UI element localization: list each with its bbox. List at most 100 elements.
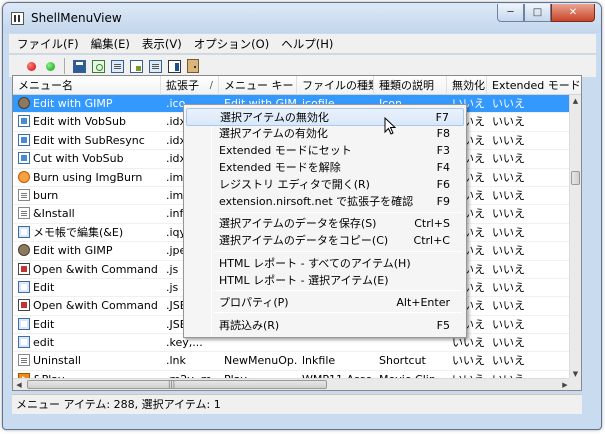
horizontal-scrollbar[interactable]: ◀ ||| ▶ <box>13 378 571 390</box>
cell-extended-mode: いいえ <box>487 242 581 260</box>
window-controls: ─ □ ✕ <box>497 4 595 22</box>
context-menu-item[interactable]: プロパティ(P) Alt+Enter <box>186 294 464 311</box>
context-menu-item[interactable]: 選択アイテムの無効化 F7 <box>186 108 464 126</box>
save-button[interactable] <box>71 58 87 74</box>
menu-help[interactable]: ヘルプ(H) <box>281 36 333 52</box>
menu-item-label: プロパティ(P) <box>219 296 289 309</box>
mouse-cursor-icon <box>384 117 396 135</box>
cell-text: いいえ <box>492 133 525 147</box>
about-button[interactable] <box>166 58 182 74</box>
cell-text: Shortcut <box>379 354 426 368</box>
menu-item-label: HTML レポート - 選択アイテム(E) <box>219 274 389 287</box>
toolbar-separator <box>64 58 65 74</box>
doc-app-icon <box>18 354 30 367</box>
menu-item-label: HTML レポート - すべてのアイテム(H) <box>219 257 411 270</box>
cell-text: いいえ <box>492 170 525 184</box>
cell-text: いいえ <box>492 115 525 129</box>
cell-menu-name: Edit <box>13 316 161 334</box>
note-app-icon <box>18 225 30 238</box>
properties-button[interactable] <box>147 58 163 74</box>
cell-text: メモ帳で編集(&E) <box>33 225 124 239</box>
title-bar[interactable]: ShellMenuView ─ □ ✕ <box>3 3 601 33</box>
list-header: メニュー名 拡張子 / メニュー キー ファイルの種類 種類の説明 無効化 Ext… <box>13 76 581 95</box>
save-icon <box>72 59 86 73</box>
column-label: メニュー キー <box>224 79 294 92</box>
cell-file-type: lnkfile <box>297 352 374 370</box>
menu-item-label: 選択アイテムのデータを保存(S) <box>219 217 377 230</box>
app-icon <box>11 12 24 25</box>
exit-button[interactable] <box>185 58 201 74</box>
doc-app-icon <box>18 188 30 201</box>
column-extension[interactable]: 拡張子 / <box>161 76 219 95</box>
menu-view[interactable]: 表示(V) <box>142 36 182 52</box>
column-extended-mode[interactable]: Extended モード <box>487 76 581 95</box>
doc-app-icon <box>18 207 30 220</box>
cell-text: Edit with GIMP <box>33 97 113 110</box>
cell-menu-name: Edit with SubResync <box>13 132 161 150</box>
cell-text: いいえ <box>492 354 525 368</box>
menu-options[interactable]: オプション(O) <box>194 36 270 52</box>
cell-disabled: いいえ <box>447 352 487 370</box>
cell-extended-mode: いいえ <box>487 261 581 279</box>
copy-button[interactable] <box>109 58 125 74</box>
menu-item-label: 選択アイテムの無効化 <box>220 111 329 124</box>
cell-menu-name: Open &with Command Pro... <box>13 261 161 279</box>
window-title: ShellMenuView <box>31 11 122 25</box>
cell-type-description: Shortcut <box>374 352 447 370</box>
gimp-app-icon <box>18 244 30 257</box>
refresh-button[interactable] <box>90 58 106 74</box>
menu-item-shortcut: F6 <box>436 178 450 191</box>
context-menu-item[interactable]: Extended モードを解除 F4 <box>186 159 464 176</box>
scroll-up-icon[interactable]: ▲ <box>570 95 581 107</box>
html-report-button[interactable] <box>128 58 144 74</box>
disable-selected-button[interactable] <box>23 58 39 74</box>
cell-text: edit <box>33 336 55 350</box>
table-row[interactable]: Uninstall .lnk NewMenuOp... lnkfile Shortcut… <box>13 352 571 371</box>
cell-text: lnkfile <box>302 354 336 368</box>
close-button[interactable]: ✕ <box>551 4 595 22</box>
js-app-icon <box>18 299 30 312</box>
cell-extended-mode: いいえ <box>487 150 581 168</box>
cell-text: いいえ <box>452 354 485 368</box>
column-label: 無効化 <box>452 79 485 92</box>
burn-app-icon <box>18 170 30 183</box>
context-menu-item[interactable]: 選択アイテムのデータをコピー(C) Ctrl+C <box>186 232 464 249</box>
column-menu-name[interactable]: メニュー名 <box>13 76 161 95</box>
context-menu-item[interactable]: 選択アイテムのデータを保存(S) Ctrl+S <box>186 215 464 232</box>
context-menu-item[interactable]: 選択アイテムの有効化 F8 <box>186 125 464 142</box>
cell-text: .inf <box>166 207 184 221</box>
context-menu-item[interactable]: 再読込み(R) F5 <box>186 317 464 334</box>
maximize-button[interactable]: □ <box>524 4 551 22</box>
cell-text: Edit with SubResync <box>33 133 145 147</box>
horizontal-scroll-thumb[interactable] <box>27 380 327 389</box>
properties-icon <box>148 59 162 73</box>
menu-edit[interactable]: 編集(E) <box>91 36 130 52</box>
column-menu-key[interactable]: メニュー キー <box>219 76 297 95</box>
context-menu-item[interactable]: Extended モードにセット F3 <box>186 142 464 159</box>
vertical-scroll-thumb[interactable] <box>571 171 580 185</box>
cell-menu-name: &Install <box>13 205 161 223</box>
column-disabled[interactable]: 無効化 <box>447 76 487 95</box>
column-type-description[interactable]: 種類の説明 <box>374 76 447 95</box>
cell-text: いいえ <box>492 299 525 313</box>
menu-item-shortcut: F8 <box>436 127 450 140</box>
minimize-button[interactable]: ─ <box>497 4 524 22</box>
menu-file[interactable]: ファイル(F) <box>17 36 79 52</box>
context-menu-item[interactable]: extension.nirsoft.net で拡張子を確認 F9 <box>186 193 464 210</box>
cell-text: いいえ <box>492 262 525 276</box>
cell-extended-mode: いいえ <box>487 187 581 205</box>
cell-text: いいえ <box>452 336 485 350</box>
context-menu-item[interactable]: HTML レポート - 選択アイテム(E) <box>186 272 464 289</box>
cell-text: いいえ <box>492 280 525 294</box>
context-menu-item[interactable]: レジストリ エディタで開く(R) F6 <box>186 176 464 193</box>
column-file-type[interactable]: ファイルの種類 <box>297 76 374 95</box>
vertical-scrollbar[interactable]: ▲ ▼ <box>569 95 581 380</box>
context-menu-item[interactable]: HTML レポート - すべてのアイテム(H) <box>186 255 464 272</box>
cell-text: いいえ <box>492 336 525 350</box>
enable-selected-button[interactable] <box>42 58 58 74</box>
menu-item-shortcut: F3 <box>436 144 450 157</box>
cell-menu-name: Open &with Command Pro... <box>13 297 161 315</box>
scroll-left-icon[interactable]: ◀ <box>13 379 25 390</box>
menu-bar: ファイル(F) 編集(E) 表示(V) オプション(O) ヘルプ(H) <box>9 34 596 54</box>
menu-item-shortcut: Alt+Enter <box>396 296 450 309</box>
